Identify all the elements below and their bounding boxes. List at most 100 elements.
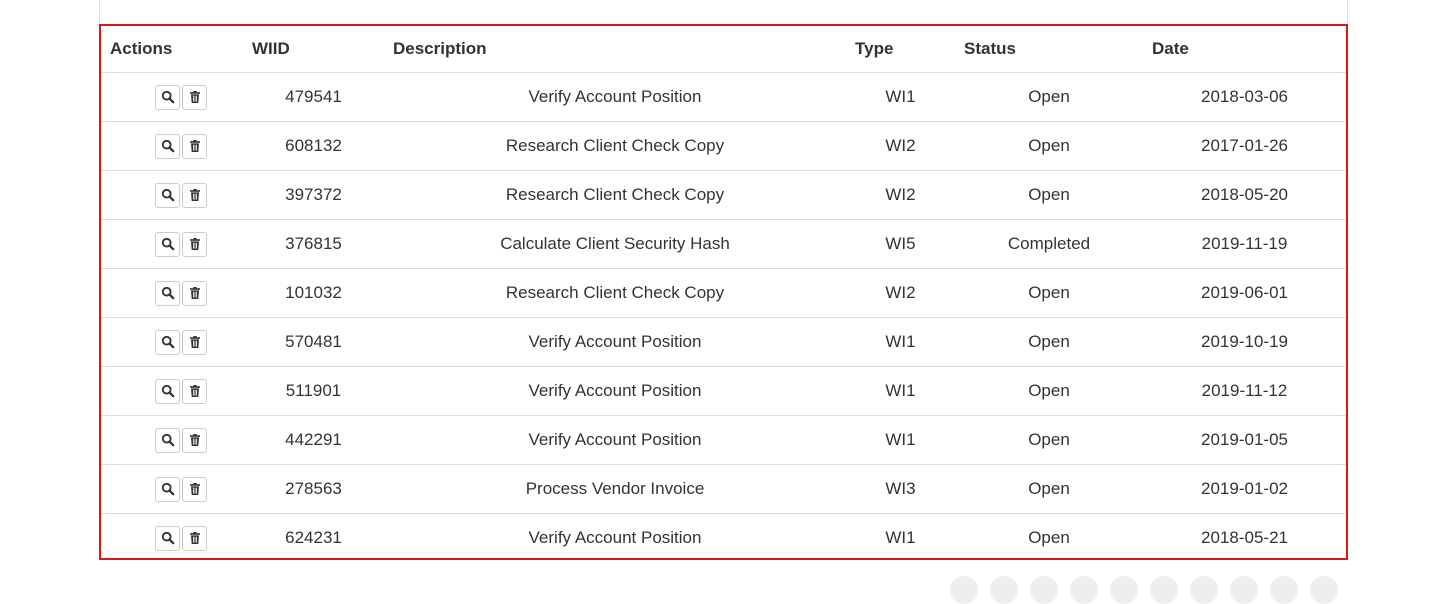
cell-wiid: 101032 [243, 268, 384, 318]
page-button[interactable] [950, 576, 978, 604]
cell-date: 2019-06-01 [1143, 268, 1346, 318]
table-body: 479541 Verify Account Position WI1 Open 2018… [101, 73, 1346, 562]
view-button[interactable] [155, 329, 180, 355]
cell-status: Open [955, 415, 1143, 465]
view-button[interactable] [155, 427, 180, 453]
cell-wiid: 442291 [243, 415, 384, 465]
cell-description: Verify Account Position [384, 317, 846, 367]
page-button[interactable] [1190, 576, 1218, 604]
row-actions [101, 366, 243, 416]
cell-status: Open [955, 268, 1143, 318]
cell-type: WI2 [846, 121, 955, 171]
cell-type: WI2 [846, 268, 955, 318]
cell-status: Open [955, 170, 1143, 220]
page-button[interactable] [1030, 576, 1058, 604]
delete-button[interactable] [182, 280, 207, 306]
table-header-row: Actions WIID Description Type Status Dat… [101, 26, 1346, 73]
page-button[interactable] [1110, 576, 1138, 604]
row-actions [101, 317, 243, 367]
view-button[interactable] [155, 84, 180, 110]
page-button[interactable] [1270, 576, 1298, 604]
cell-status: Open [955, 366, 1143, 416]
row-actions [101, 121, 243, 171]
table-row: 570481 Verify Account Position WI1 Open 2019… [101, 317, 1346, 367]
cell-wiid: 479541 [285, 87, 342, 106]
delete-button[interactable] [182, 84, 207, 110]
table-row: 397372 Research Client Check Copy WI2 Open 2… [101, 170, 1346, 220]
table-row: 278563 Process Vendor Invoice WI3 Open 2019-… [101, 464, 1346, 514]
delete-button[interactable] [182, 427, 207, 453]
cell-type: WI1 [846, 366, 955, 416]
view-button[interactable] [155, 133, 180, 159]
delete-button[interactable] [182, 133, 207, 159]
cell-date: 2019-01-05 [1143, 415, 1346, 465]
cell-description: Verify Account Position [384, 366, 846, 416]
page-button[interactable] [1150, 576, 1178, 604]
cell-description: Process Vendor Invoice [384, 464, 846, 514]
view-button[interactable] [155, 280, 180, 306]
row-actions [101, 268, 243, 318]
header-description[interactable]: Description [384, 26, 846, 73]
view-button[interactable] [155, 476, 180, 502]
cell-type: WI1 [846, 513, 955, 562]
delete-button[interactable] [182, 476, 207, 502]
cell-wiid: 278563 [243, 464, 384, 514]
row-actions [101, 219, 243, 269]
cell-status: Open [955, 121, 1143, 171]
cell-description: Research Client Check Copy [384, 121, 846, 171]
view-button[interactable] [155, 378, 180, 404]
header-actions: Actions [101, 26, 243, 73]
cell-date: 2019-11-19 [1143, 219, 1346, 269]
table-row: 511901 Verify Account Position WI1 Open 2019… [101, 366, 1346, 416]
cell-date: 2017-01-26 [1143, 121, 1346, 171]
cell-description: Verify Account Position [384, 415, 846, 465]
page-button[interactable] [990, 576, 1018, 604]
table-row: 608132 Research Client Check Copy WI2 Open 2… [101, 121, 1346, 171]
cell-description: Calculate Client Security Hash [384, 219, 846, 269]
page-button[interactable] [1310, 576, 1338, 604]
table-row: 479541 Verify Account Position WI1 Open 2018… [101, 73, 1346, 122]
cell-description: Research Client Check Copy [384, 268, 846, 318]
cell-date: 2019-10-19 [1143, 317, 1346, 367]
pagination [950, 576, 1338, 604]
row-actions [101, 170, 243, 220]
cell-description: Verify Account Position [384, 513, 846, 562]
header-type[interactable]: Type [846, 26, 955, 73]
work-items-table: Actions WIID Description Type Status Dat… [101, 26, 1346, 562]
cell-date: 2018-03-06 [1201, 87, 1288, 106]
header-date[interactable]: Date [1143, 26, 1346, 73]
delete-button[interactable] [182, 378, 207, 404]
cell-type: WI2 [846, 170, 955, 220]
cell-type: WI1 [846, 317, 955, 367]
table-row: 442291 Verify Account Position WI1 Open 2019… [101, 415, 1346, 465]
page-button[interactable] [1230, 576, 1258, 604]
header-wiid[interactable]: WIID [243, 26, 384, 73]
work-items-table-frame: Actions WIID Description Type Status Dat… [99, 24, 1348, 562]
cell-date: 2018-05-21 [1143, 513, 1346, 562]
row-actions [101, 513, 243, 562]
page-button[interactable] [1070, 576, 1098, 604]
view-button[interactable] [155, 182, 180, 208]
cell-description: Verify Account Position [528, 87, 702, 106]
table-row: 376815 Calculate Client Security Hash WI5 C… [101, 219, 1346, 269]
header-status[interactable]: Status [955, 26, 1143, 73]
cell-date: 2019-01-02 [1143, 464, 1346, 514]
view-button[interactable] [155, 525, 180, 551]
cell-date: 2018-05-20 [1143, 170, 1346, 220]
table-row: 624231 Verify Account Position WI1 Open 2018… [101, 513, 1346, 562]
cell-type: WI1 [846, 415, 955, 465]
delete-button[interactable] [182, 525, 207, 551]
cell-type: WI5 [846, 219, 955, 269]
table-row: 101032 Research Client Check Copy WI2 Open 2… [101, 268, 1346, 318]
delete-button[interactable] [182, 231, 207, 257]
top-panel [99, 0, 1348, 24]
cell-description: Research Client Check Copy [384, 170, 846, 220]
cell-status: Open [1028, 87, 1070, 106]
row-actions [101, 464, 243, 514]
cell-wiid: 608132 [243, 121, 384, 171]
delete-button[interactable] [182, 329, 207, 355]
cell-wiid: 624231 [243, 513, 384, 562]
delete-button[interactable] [182, 182, 207, 208]
cell-wiid: 570481 [243, 317, 384, 367]
view-button[interactable] [155, 231, 180, 257]
